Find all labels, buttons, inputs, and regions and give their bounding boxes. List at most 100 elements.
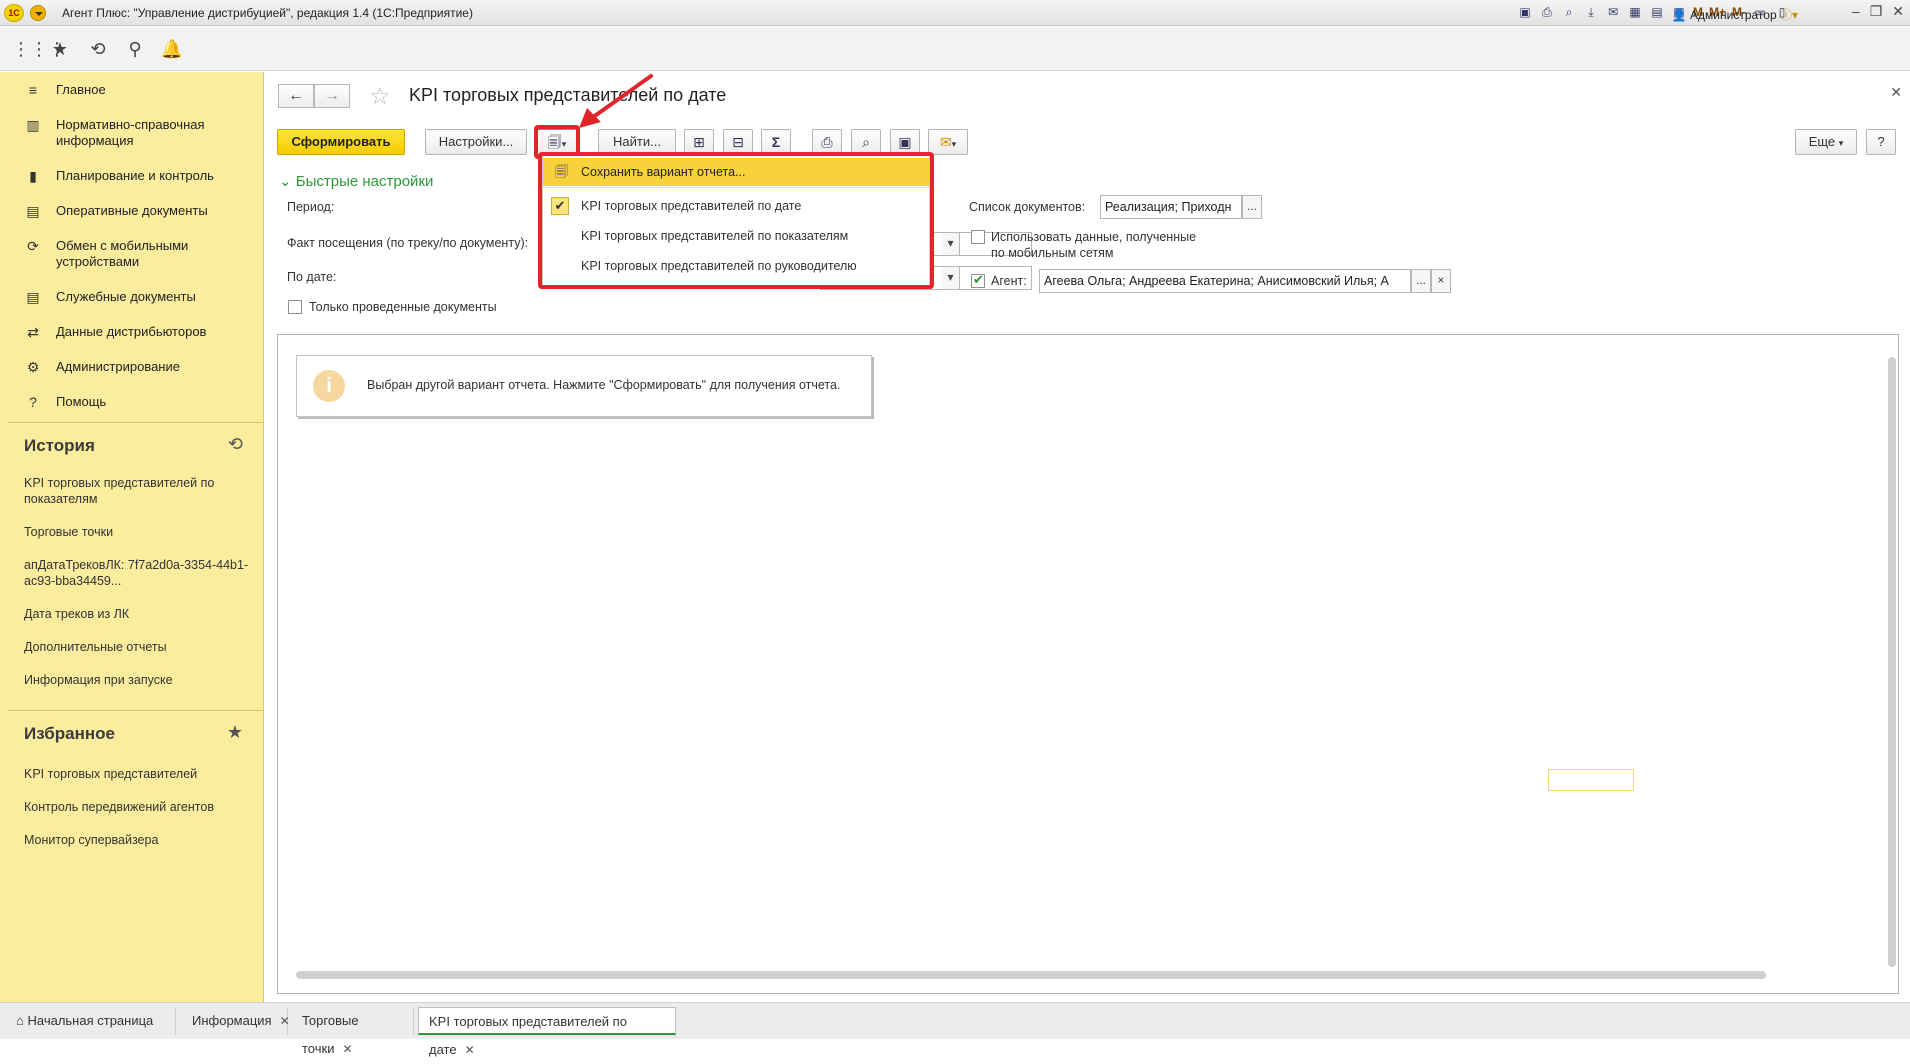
generate-button[interactable]: Сформировать xyxy=(277,129,405,155)
agent-choose-button[interactable]: ... xyxy=(1411,269,1431,293)
sidebar-item-mobile-exchange[interactable]: ⟳ Обмен с мобильными устройствами xyxy=(0,238,264,270)
close-tab-icon[interactable]: ✕ xyxy=(342,1042,352,1056)
restore-icon[interactable]: ❐ xyxy=(1870,3,1883,20)
tab-outlets[interactable]: Торговые точки ✕ xyxy=(292,1007,414,1056)
send-mail-icon[interactable]: ✉▾ xyxy=(928,129,968,155)
doc-list-label: Список документов: xyxy=(969,200,1086,214)
sidebar-item-operational-docs[interactable]: ▤ Оперативные документы xyxy=(0,203,264,220)
doc-list-field[interactable]: Реализация; Приходн xyxy=(1100,195,1242,219)
sidebar-item-label: Главное xyxy=(56,82,106,97)
agent-clear-button[interactable]: × xyxy=(1431,269,1451,293)
document-icon: ▤ xyxy=(26,289,40,305)
sidebar-item-label: Служебные документы xyxy=(56,289,196,304)
quick-settings-toggle[interactable]: ⌄ Быстрые настройки xyxy=(279,172,433,190)
favorite-item[interactable]: Монитор супервайзера xyxy=(24,832,249,848)
quick-settings-label: Быстрые настройки xyxy=(295,173,434,190)
main-menu-icon[interactable] xyxy=(30,5,46,21)
minimize-icon[interactable]: – xyxy=(1852,3,1860,20)
tab-home[interactable]: ⌂ Начальная страница xyxy=(6,1007,176,1035)
history-item[interactable]: Дополнительные отчеты xyxy=(24,639,249,655)
info-icon: i xyxy=(313,370,345,402)
report-result-area[interactable]: i Выбран другой вариант отчета. Нажмите … xyxy=(277,334,1899,994)
favorites-star-icon[interactable]: ★ xyxy=(227,722,243,743)
agent-field[interactable]: Агеева Ольга; Андреева Екатерина; Анисим… xyxy=(1039,269,1411,293)
tab-label: KPI торговых представителей по дате xyxy=(429,1014,627,1057)
sidebar-item-label: Нормативно-справочная информация xyxy=(56,117,205,148)
user-name: Администратор xyxy=(1690,8,1777,22)
favorites-star-icon[interactable]: ★ xyxy=(48,37,72,61)
sidebar-item-label: Обмен с мобильными устройствами xyxy=(56,238,189,269)
sidebar-item-main[interactable]: ≡ Главное xyxy=(0,82,264,98)
history-item[interactable]: Информация при запуске xyxy=(24,672,249,688)
chevron-down-icon[interactable]: ▾ xyxy=(942,232,960,256)
close-tab-icon[interactable]: ✕ xyxy=(465,1043,475,1057)
sections-grid-icon[interactable]: ⋮⋮⋮ xyxy=(12,37,66,61)
favorites-title: Избранное xyxy=(24,724,115,743)
history-item[interactable]: KPI торговых представителей по показател… xyxy=(24,475,249,507)
info-message: i Выбран другой вариант отчета. Нажмите … xyxy=(296,355,872,417)
notifications-bell-icon[interactable]: 🔔 xyxy=(160,37,184,61)
selected-cell[interactable] xyxy=(1548,769,1634,791)
chevron-down-icon: ▾ xyxy=(1838,138,1844,148)
search-icon[interactable]: ⚲ xyxy=(123,37,147,61)
save-icon[interactable]: ▣ xyxy=(1517,4,1533,20)
report-form: ← → ☆ KPI торговых представителей по дат… xyxy=(265,72,1910,1002)
calculator-icon[interactable]: ▤ xyxy=(1649,4,1665,20)
tab-info[interactable]: Информация ✕ xyxy=(182,1007,290,1035)
print-icon[interactable]: ⎙ xyxy=(1539,4,1555,20)
add-to-favorites-star-icon[interactable]: ☆ xyxy=(369,82,391,111)
home-icon: ⌂ xyxy=(16,1013,24,1028)
close-tab-icon[interactable]: ✕ xyxy=(280,1014,290,1028)
sidebar-item-help[interactable]: ? Помощь xyxy=(0,394,264,410)
period-label: Период: xyxy=(287,200,335,214)
chart-icon: ▮ xyxy=(29,168,37,184)
mail-icon[interactable]: ✉ xyxy=(1605,4,1621,20)
history-item[interactable]: Дата треков из ЛК xyxy=(24,606,249,622)
divider xyxy=(8,422,264,423)
horizontal-scrollbar[interactable] xyxy=(296,971,1766,979)
tab-kpi-by-date[interactable]: KPI торговых представителей по дате ✕ xyxy=(418,1007,676,1057)
sidebar-item-planning[interactable]: ▮ Планирование и контроль xyxy=(0,168,264,185)
history-item[interactable]: Торговые точки xyxy=(24,524,249,540)
settings-button[interactable]: Настройки... xyxy=(425,129,527,155)
exchange-icon: ⇄ xyxy=(27,324,39,340)
preview-icon[interactable]: ⌕ xyxy=(1561,4,1577,20)
current-user[interactable]: 👤 Администратор ⓘ▾ xyxy=(1672,6,1798,23)
sidebar-item-administration[interactable]: ⚙ Администрирование xyxy=(0,359,264,376)
app-logo-icon: 1С xyxy=(4,4,24,22)
mobile-data-checkbox[interactable] xyxy=(971,230,985,244)
close-window-icon[interactable]: ✕ xyxy=(1892,3,1904,20)
back-button[interactable]: ← xyxy=(278,84,314,108)
chevron-down-icon[interactable]: ▾ xyxy=(942,266,960,290)
favorite-item[interactable]: KPI торговых представителей xyxy=(24,766,249,782)
history-clock-icon[interactable]: ⟲ xyxy=(228,434,243,455)
agent-checkbox[interactable] xyxy=(971,272,985,288)
info-icon[interactable]: ⓘ▾ xyxy=(1780,8,1798,22)
divider xyxy=(8,710,264,711)
posted-only-checkbox[interactable] xyxy=(288,300,302,314)
title-bar: 1С Агент Плюс: "Управление дистрибуцией"… xyxy=(0,0,1910,26)
catalog-icon: ▥ xyxy=(26,117,40,133)
posted-only-label: Только проведенные документы xyxy=(309,300,497,314)
agent-label: Агент: xyxy=(991,274,1027,288)
vertical-scrollbar[interactable] xyxy=(1888,357,1896,967)
open-windows-tabs: ⌂ Начальная страница Информация ✕ Торговы… xyxy=(0,1002,1910,1057)
sidebar-item-service-docs[interactable]: ▤ Служебные документы xyxy=(0,289,264,306)
sidebar-item-label: Данные дистрибьюторов xyxy=(56,324,207,339)
more-button[interactable]: Еще ▾ xyxy=(1795,129,1857,155)
sidebar-item-distributor-data[interactable]: ⇄ Данные дистрибьюторов xyxy=(0,324,264,341)
history-item[interactable]: апДатаТрековЛК: 7f7a2d0a-3354-44b1-ac93-… xyxy=(24,557,249,589)
favorite-item[interactable]: Контроль передвижений агентов xyxy=(24,799,249,815)
gear-icon: ⚙ xyxy=(26,359,40,375)
close-form-icon[interactable]: ✕ xyxy=(1890,84,1902,101)
sidebar-item-reference[interactable]: ▥ Нормативно-справочная информация xyxy=(0,117,264,149)
tab-label: Информация xyxy=(192,1013,272,1028)
download-icon[interactable]: ⤓ xyxy=(1583,4,1599,20)
doc-list-choose-button[interactable]: ... xyxy=(1242,195,1262,219)
help-button[interactable]: ? xyxy=(1866,129,1896,155)
top-toolbar: ⋮⋮⋮ ★ ⟲ ⚲ 🔔 xyxy=(0,27,1910,71)
history-icon[interactable]: ⟲ xyxy=(86,37,110,61)
forward-button[interactable]: → xyxy=(314,84,350,108)
sidebar-item-label: Администрирование xyxy=(56,359,180,374)
table-icon[interactable]: ▦ xyxy=(1627,4,1643,20)
